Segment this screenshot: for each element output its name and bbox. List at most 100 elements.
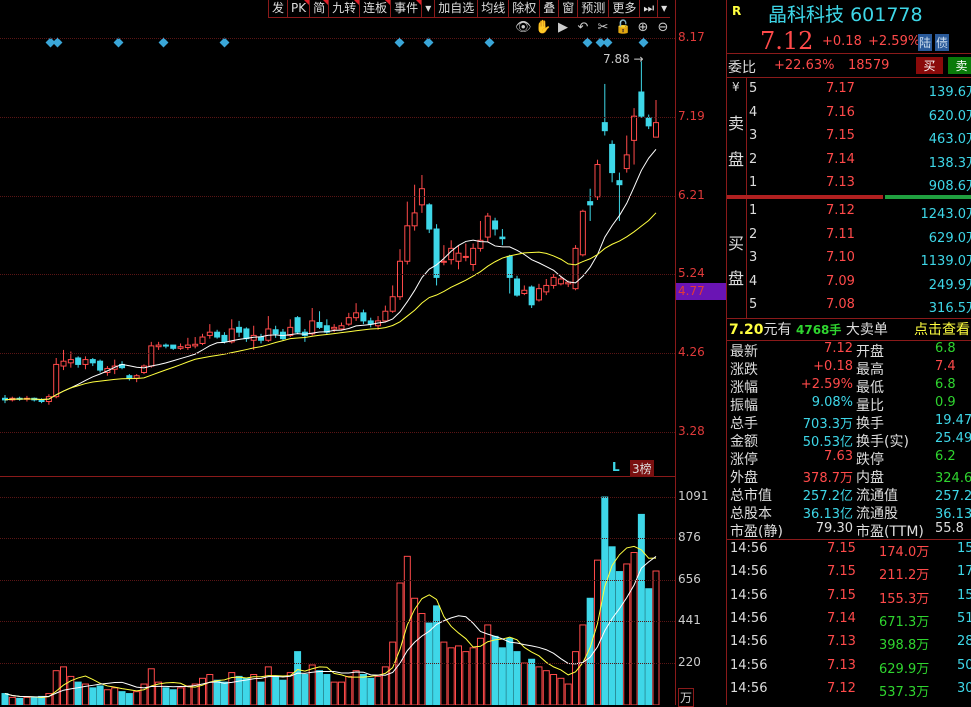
sell_side-row[interactable]: 47.16620.0万 xyxy=(727,105,971,127)
candle[interactable] xyxy=(485,216,490,237)
candle[interactable] xyxy=(471,248,476,264)
volume-bar[interactable] xyxy=(61,667,67,705)
l-label[interactable]: L xyxy=(612,460,620,474)
volume-bar[interactable] xyxy=(492,636,498,705)
sell_side-row[interactable]: 17.13908.6万 xyxy=(727,175,971,197)
sell_side-row[interactable]: 57.17139.6万 xyxy=(727,81,971,103)
volume-bar[interactable] xyxy=(573,652,579,705)
candle[interactable] xyxy=(317,323,322,328)
view-link[interactable]: 点击查看 xyxy=(914,319,970,339)
buy_side-row[interactable]: 17.121243.0万 xyxy=(727,203,971,225)
candle[interactable] xyxy=(617,181,622,185)
volume-bar[interactable] xyxy=(368,678,374,705)
volume-bar[interactable] xyxy=(521,663,527,705)
volume-bar[interactable] xyxy=(602,497,608,705)
candle[interactable] xyxy=(602,123,607,131)
volume-bar[interactable] xyxy=(324,675,330,705)
volume-bar[interactable] xyxy=(273,676,279,705)
volume-bar[interactable] xyxy=(653,571,659,705)
candle[interactable] xyxy=(83,360,88,365)
volume-bar[interactable] xyxy=(119,692,125,705)
volume-bar[interactable] xyxy=(470,648,476,705)
candle[interactable] xyxy=(266,329,271,340)
candle[interactable] xyxy=(346,318,351,324)
volume-bar[interactable] xyxy=(317,671,323,705)
volume-bar[interactable] xyxy=(243,678,249,705)
volume-bar[interactable] xyxy=(17,698,23,705)
volume-bar[interactable] xyxy=(646,589,652,705)
candle[interactable] xyxy=(624,155,629,169)
volume-bar[interactable] xyxy=(353,671,359,705)
volume-bar[interactable] xyxy=(214,680,220,705)
bang-label[interactable]: 3榜 xyxy=(630,460,654,477)
volume-bar[interactable] xyxy=(2,694,8,705)
volume-bar[interactable] xyxy=(499,648,505,705)
candle[interactable] xyxy=(463,256,468,257)
buy_side-row[interactable]: 37.101139.0万 xyxy=(727,250,971,272)
candle[interactable] xyxy=(244,329,249,339)
buy_side-row[interactable]: 57.08316.5万 xyxy=(727,297,971,319)
volume-bar[interactable] xyxy=(265,667,271,705)
candle[interactable] xyxy=(551,277,556,285)
volume-bar[interactable] xyxy=(346,676,352,705)
volume-bar[interactable] xyxy=(302,675,308,705)
candle[interactable] xyxy=(222,335,227,341)
candle[interactable] xyxy=(171,345,176,348)
volume-bar[interactable] xyxy=(594,560,600,705)
volume-bar[interactable] xyxy=(97,686,103,705)
volume-bar[interactable] xyxy=(221,682,227,705)
volume-bar[interactable] xyxy=(331,682,337,705)
volume-bar[interactable] xyxy=(31,698,37,705)
volume-bar[interactable] xyxy=(156,682,162,705)
volume-bar[interactable] xyxy=(134,692,140,705)
candle[interactable] xyxy=(310,321,315,334)
volume-bar[interactable] xyxy=(536,667,542,705)
volume-bar[interactable] xyxy=(178,688,184,705)
volume-bar[interactable] xyxy=(514,652,520,705)
volume-bar[interactable] xyxy=(419,614,425,705)
candle[interactable] xyxy=(397,261,402,296)
volume-bar[interactable] xyxy=(104,690,110,705)
candle[interactable] xyxy=(390,297,395,312)
volume-bar[interactable] xyxy=(448,648,454,705)
candle[interactable] xyxy=(434,229,439,277)
volume-bar[interactable] xyxy=(199,678,205,705)
candle[interactable] xyxy=(200,337,205,343)
candle[interactable] xyxy=(580,211,585,255)
bond-badge[interactable]: 债 xyxy=(935,34,949,51)
candle[interactable] xyxy=(163,345,168,346)
volume-bar[interactable] xyxy=(543,671,549,705)
buy-button[interactable]: 买 xyxy=(916,57,943,74)
volume-bar[interactable] xyxy=(638,514,644,705)
candle[interactable] xyxy=(427,205,432,229)
volume-bar[interactable] xyxy=(456,646,462,705)
candle[interactable] xyxy=(610,144,615,172)
candle[interactable] xyxy=(646,118,651,126)
sell_side-row[interactable]: 37.15463.0万 xyxy=(727,128,971,150)
candle[interactable] xyxy=(639,92,644,116)
candle[interactable] xyxy=(237,327,242,332)
lu-badge[interactable]: 陆 xyxy=(918,34,932,51)
volume-bar[interactable] xyxy=(280,680,286,705)
volume-bar[interactable] xyxy=(558,678,564,705)
candle[interactable] xyxy=(149,346,154,366)
volume-bar[interactable] xyxy=(375,676,381,705)
volume-bar[interactable] xyxy=(463,652,469,705)
candle[interactable] xyxy=(39,400,44,402)
volume-bar[interactable] xyxy=(207,675,213,705)
candle[interactable] xyxy=(134,376,139,378)
volume-bar[interactable] xyxy=(507,638,513,705)
candle[interactable] xyxy=(412,213,417,226)
volume-bar[interactable] xyxy=(112,688,118,705)
candle[interactable] xyxy=(207,332,212,335)
candle[interactable] xyxy=(558,279,563,284)
candle[interactable] xyxy=(185,345,190,347)
candle[interactable] xyxy=(354,313,359,318)
candle[interactable] xyxy=(632,116,637,140)
candle[interactable] xyxy=(515,279,520,295)
buy_side-row[interactable]: 27.11629.0万 xyxy=(727,227,971,249)
candle[interactable] xyxy=(654,123,659,138)
volume-bar[interactable] xyxy=(258,682,264,705)
volume-bar[interactable] xyxy=(287,673,293,705)
candle[interactable] xyxy=(493,221,498,229)
